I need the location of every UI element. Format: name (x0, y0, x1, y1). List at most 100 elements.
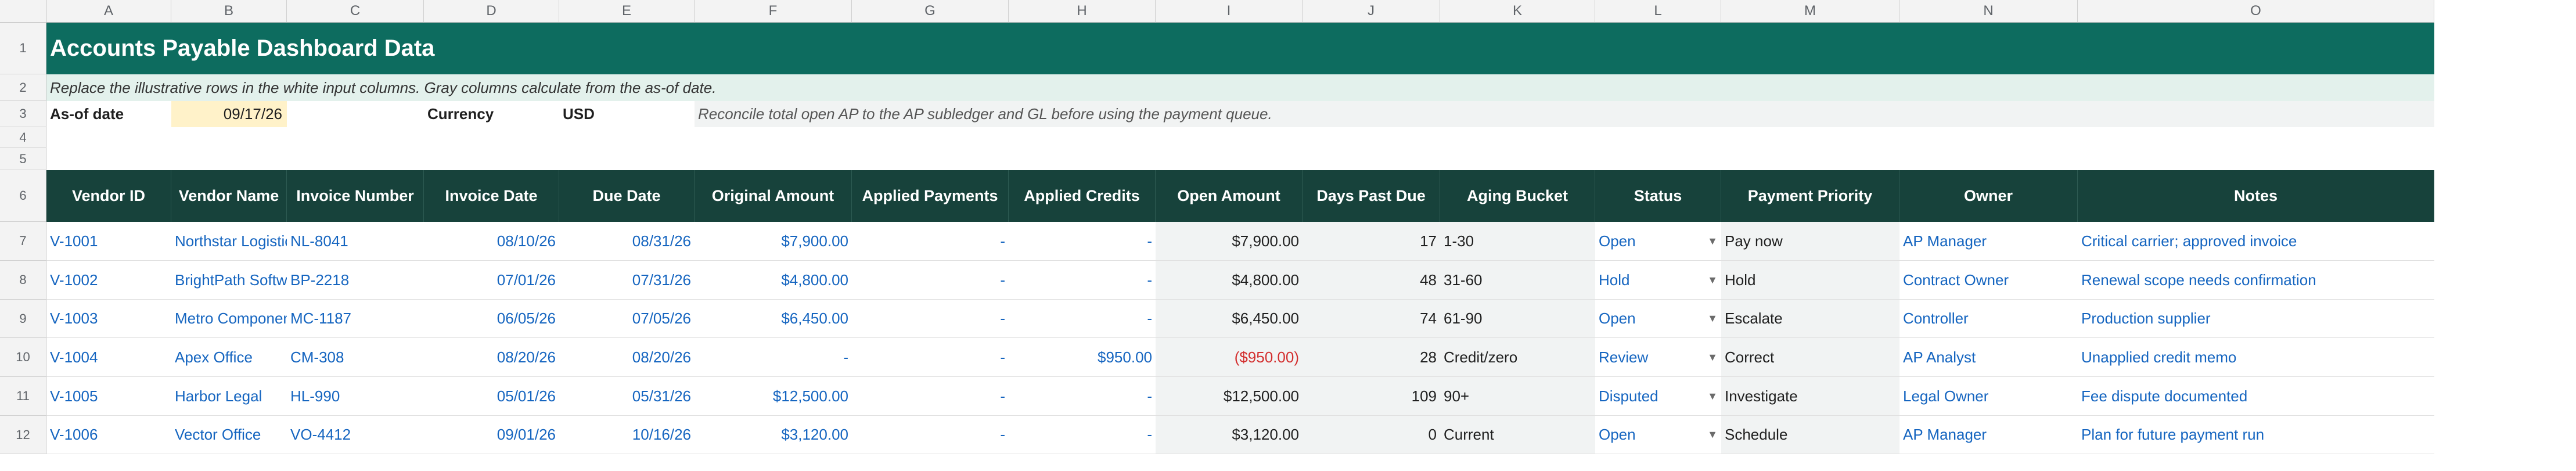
empty-cell[interactable] (559, 127, 695, 148)
aging-bucket-cell[interactable]: 61-90 (1440, 300, 1595, 338)
row-header-2[interactable]: 2 (0, 74, 46, 101)
empty-cell[interactable] (1009, 148, 1156, 170)
vendor-id-cell[interactable]: V-1001 (46, 222, 171, 261)
invoice-number-cell[interactable]: NL-8041 (287, 222, 424, 261)
notes-cell[interactable]: Renewal scope needs confirmation (2078, 261, 2434, 300)
payment-priority-cell[interactable]: Escalate (1721, 300, 1899, 338)
table-header-aging-bucket[interactable]: Aging Bucket (1440, 170, 1595, 222)
owner-cell[interactable]: Legal Owner (1899, 377, 2078, 416)
sheet-subtitle[interactable]: Replace the illustrative rows in the whi… (46, 74, 2434, 101)
original-amount-cell[interactable]: $7,900.00 (695, 222, 852, 261)
owner-cell[interactable]: Contract Owner (1899, 261, 2078, 300)
payment-priority-cell[interactable]: Pay now (1721, 222, 1899, 261)
vendor-id-cell[interactable]: V-1003 (46, 300, 171, 338)
table-header-notes[interactable]: Notes (2078, 170, 2434, 222)
column-header-c[interactable]: C (287, 0, 424, 23)
days-past-due-cell[interactable]: 17 (1303, 222, 1440, 261)
status-dropdown-cell[interactable]: Open ▼ (1595, 222, 1721, 261)
notes-cell[interactable]: Plan for future payment run (2078, 416, 2434, 454)
notes-cell[interactable]: Production supplier (2078, 300, 2434, 338)
open-amount-cell[interactable]: $7,900.00 (1156, 222, 1303, 261)
empty-cell[interactable] (287, 148, 424, 170)
status-dropdown-cell[interactable]: Open ▼ (1595, 416, 1721, 454)
table-header-status[interactable]: Status (1595, 170, 1721, 222)
empty-cell[interactable] (1440, 127, 1595, 148)
applied-credits-cell[interactable]: - (1009, 377, 1156, 416)
due-date-cell[interactable]: 07/05/26 (559, 300, 695, 338)
row-header-3[interactable]: 3 (0, 101, 46, 127)
vendor-name-cell[interactable]: Harbor Legal (171, 377, 287, 416)
invoice-date-cell[interactable]: 05/01/26 (424, 377, 559, 416)
column-header-j[interactable]: J (1303, 0, 1440, 23)
column-header-m[interactable]: M (1721, 0, 1899, 23)
empty-cell[interactable] (695, 148, 852, 170)
applied-credits-cell[interactable]: - (1009, 261, 1156, 300)
owner-cell[interactable]: Controller (1899, 300, 2078, 338)
row-header-1[interactable]: 1 (0, 23, 46, 74)
notes-cell[interactable]: Critical carrier; approved invoice (2078, 222, 2434, 261)
original-amount-cell[interactable]: $4,800.00 (695, 261, 852, 300)
table-header-due-date[interactable]: Due Date (559, 170, 695, 222)
empty-cell[interactable] (1303, 148, 1440, 170)
vendor-id-cell[interactable]: V-1005 (46, 377, 171, 416)
notes-cell[interactable]: Fee dispute documented (2078, 377, 2434, 416)
triangle-down-icon[interactable]: ▼ (1707, 274, 1718, 286)
table-header-applied-payments[interactable]: Applied Payments (852, 170, 1009, 222)
triangle-down-icon[interactable]: ▼ (1707, 351, 1718, 364)
invoice-date-cell[interactable]: 06/05/26 (424, 300, 559, 338)
table-header-invoice-date[interactable]: Invoice Date (424, 170, 559, 222)
column-header-n[interactable]: N (1899, 0, 2078, 23)
table-header-vendor-name[interactable]: Vendor Name (171, 170, 287, 222)
column-header-k[interactable]: K (1440, 0, 1595, 23)
open-amount-cell[interactable]: $4,800.00 (1156, 261, 1303, 300)
empty-cell[interactable] (171, 127, 287, 148)
column-header-o[interactable]: O (2078, 0, 2434, 23)
table-header-open-amount[interactable]: Open Amount (1156, 170, 1303, 222)
aging-bucket-cell[interactable]: 31-60 (1440, 261, 1595, 300)
aging-bucket-cell[interactable]: 90+ (1440, 377, 1595, 416)
open-amount-cell[interactable]: $3,120.00 (1156, 416, 1303, 454)
notes-cell[interactable]: Unapplied credit memo (2078, 338, 2434, 377)
invoice-date-cell[interactable]: 08/10/26 (424, 222, 559, 261)
table-header-days-past-due[interactable]: Days Past Due (1303, 170, 1440, 222)
triangle-down-icon[interactable]: ▼ (1707, 235, 1718, 247)
open-amount-cell[interactable]: $12,500.00 (1156, 377, 1303, 416)
table-header-payment-priority[interactable]: Payment Priority (1721, 170, 1899, 222)
table-header-original-amount[interactable]: Original Amount (695, 170, 852, 222)
due-date-cell[interactable]: 05/31/26 (559, 377, 695, 416)
applied-credits-cell[interactable]: - (1009, 416, 1156, 454)
row-header-9[interactable]: 9 (0, 300, 46, 338)
status-dropdown-cell[interactable]: Review ▼ (1595, 338, 1721, 377)
select-all-corner[interactable] (0, 0, 46, 23)
applied-payments-cell[interactable]: - (852, 377, 1009, 416)
triangle-down-icon[interactable]: ▼ (1707, 390, 1718, 402)
payment-priority-cell[interactable]: Hold (1721, 261, 1899, 300)
row-header-4[interactable]: 4 (0, 127, 46, 148)
days-past-due-cell[interactable]: 0 (1303, 416, 1440, 454)
table-header-owner[interactable]: Owner (1899, 170, 2078, 222)
sheet-title[interactable]: Accounts Payable Dashboard Data (46, 23, 2434, 74)
aging-bucket-cell[interactable]: 1-30 (1440, 222, 1595, 261)
vendor-name-cell[interactable]: Metro Components (171, 300, 287, 338)
applied-credits-cell[interactable]: - (1009, 300, 1156, 338)
due-date-cell[interactable]: 08/31/26 (559, 222, 695, 261)
column-header-g[interactable]: G (852, 0, 1009, 23)
column-header-b[interactable]: B (171, 0, 287, 23)
empty-cell[interactable] (46, 127, 171, 148)
empty-cell[interactable] (1156, 148, 1303, 170)
row-header-7[interactable]: 7 (0, 222, 46, 261)
days-past-due-cell[interactable]: 28 (1303, 338, 1440, 377)
row-header-8[interactable]: 8 (0, 261, 46, 300)
vendor-name-cell[interactable]: Vector Office (171, 416, 287, 454)
row-header-5[interactable]: 5 (0, 148, 46, 170)
empty-cell[interactable] (695, 127, 852, 148)
days-past-due-cell[interactable]: 74 (1303, 300, 1440, 338)
empty-cell[interactable] (1595, 127, 1721, 148)
original-amount-cell[interactable]: $12,500.00 (695, 377, 852, 416)
invoice-number-cell[interactable]: BP-2218 (287, 261, 424, 300)
open-amount-cell[interactable]: $6,450.00 (1156, 300, 1303, 338)
empty-cell[interactable] (424, 127, 559, 148)
empty-cell[interactable] (2078, 127, 2434, 148)
row-header-10[interactable]: 10 (0, 338, 46, 377)
invoice-number-cell[interactable]: CM-308 (287, 338, 424, 377)
